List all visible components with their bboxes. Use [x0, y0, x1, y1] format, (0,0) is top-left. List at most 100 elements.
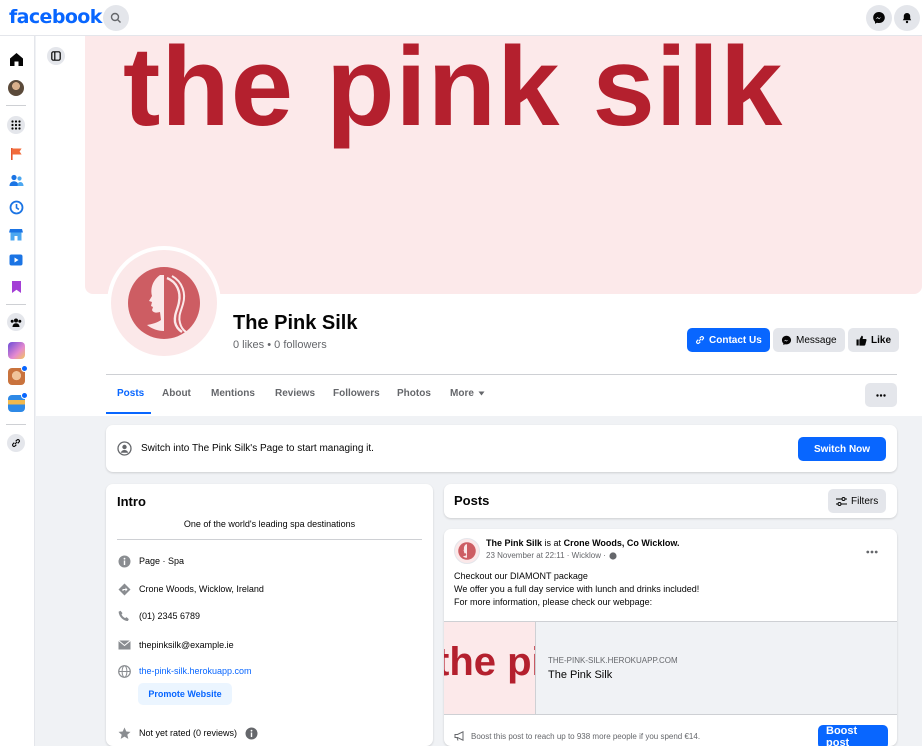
friends-icon[interactable]: [7, 171, 25, 189]
marketplace-icon[interactable]: [7, 225, 25, 243]
post-author-name[interactable]: The Pink Silk: [486, 538, 542, 548]
filters-button[interactable]: Filters: [828, 489, 887, 513]
facebook-logo[interactable]: facebook: [9, 6, 102, 28]
search-button[interactable]: [103, 5, 129, 31]
post-options-button[interactable]: [866, 541, 878, 559]
messenger-button[interactable]: [866, 5, 892, 31]
tab-more[interactable]: More: [450, 388, 485, 399]
tab-about[interactable]: About: [162, 388, 191, 399]
link-preview[interactable]: the pink silk THE-PINK-SILK.HEROKUAPP.CO…: [444, 621, 897, 715]
notifications-button[interactable]: [894, 5, 920, 31]
sidebar-toggle-icon: [51, 51, 61, 61]
intro-bio: One of the world's leading spa destinati…: [183, 519, 356, 529]
profile-avatar[interactable]: [7, 79, 25, 97]
intro-rating-row: Not yet rated (0 reviews): [117, 726, 258, 740]
post-author-avatar[interactable]: [454, 538, 480, 564]
top-bar: facebook: [0, 0, 922, 36]
switch-profile-icon: [117, 441, 132, 456]
link-icon[interactable]: [7, 434, 25, 452]
phone-icon: [118, 610, 129, 621]
boost-text: Boost this post to reach up to 938 more …: [471, 731, 701, 741]
group-avatar-2[interactable]: [7, 364, 28, 385]
post-meta-row: 23 November at 22:11 · Wicklow ·: [486, 551, 617, 560]
globe-icon: [117, 664, 131, 678]
page-stats: 0 likes • 0 followers: [233, 339, 327, 351]
messenger-icon: [781, 335, 792, 345]
posts-title: Posts: [454, 493, 490, 508]
rail-divider-3: [6, 424, 26, 425]
active-tab-indicator: [106, 412, 151, 414]
logo-face-icon: [128, 267, 200, 339]
post-body: Checkout our DIAMONT package We offer yo…: [454, 570, 699, 609]
post-card: The Pink Silk is at Crone Woods, Co Wick…: [444, 529, 897, 746]
contact-us-button[interactable]: Contact Us: [687, 328, 770, 352]
group-avatar-1[interactable]: [7, 341, 25, 359]
tab-posts[interactable]: Posts: [117, 388, 144, 399]
posts-header-card: Posts Filters: [444, 484, 897, 518]
logo-face-icon: [458, 542, 476, 560]
pages-flag-icon[interactable]: [7, 145, 25, 163]
switch-now-button[interactable]: Switch Now: [798, 437, 886, 461]
search-icon: [110, 12, 121, 23]
messenger-icon: [873, 12, 885, 24]
intro-email: thepinksilk@example.ie: [139, 640, 234, 650]
intro-website-link[interactable]: the-pink-silk.herokuapp.com: [139, 666, 252, 676]
cover-photo-text: the pink silk: [123, 36, 784, 149]
intro-address: Crone Woods, Wicklow, Ireland: [139, 584, 264, 594]
cover-photo[interactable]: the pink silk: [85, 36, 922, 294]
sidebar-toggle-button[interactable]: [47, 47, 65, 65]
page-content: the pink silk The Pink Silk 0 likes • 0 …: [36, 36, 922, 746]
more-options-button[interactable]: [865, 383, 897, 407]
megaphone-icon: [454, 731, 464, 741]
rail-divider-2: [6, 304, 26, 305]
info-icon[interactable]: [245, 727, 258, 740]
post-is-at: is at: [544, 538, 562, 548]
tab-more-label: More: [450, 388, 474, 399]
tab-reviews[interactable]: Reviews: [275, 388, 315, 399]
link-preview-image: the pink silk: [444, 622, 536, 714]
intro-phone-row: (01) 2345 6789: [117, 609, 200, 623]
intro-rating: Not yet rated (0 reviews): [139, 728, 238, 738]
location-pin-icon: [118, 583, 130, 595]
post-header-line: The Pink Silk is at Crone Woods, Co Wick…: [486, 538, 680, 548]
intro-title: Intro: [117, 494, 146, 509]
intro-email-row: thepinksilk@example.ie: [117, 638, 234, 652]
like-button[interactable]: Like: [848, 328, 900, 352]
thumbs-up-icon: [856, 335, 867, 346]
ellipsis-icon: [876, 393, 886, 397]
group-avatar-3[interactable]: [7, 391, 28, 412]
intro-card: Intro One of the world's leading spa des…: [106, 484, 433, 746]
groups-icon[interactable]: [7, 313, 25, 331]
notification-dot: [20, 364, 28, 372]
post-text-line-1: Checkout our DIAMONT package: [454, 571, 588, 581]
like-label: Like: [871, 334, 892, 346]
tab-followers[interactable]: Followers: [333, 388, 380, 399]
notification-dot: [20, 391, 28, 399]
notifications-icon: [902, 13, 912, 24]
promote-website-button[interactable]: Promote Website: [138, 683, 232, 705]
memories-icon[interactable]: [7, 198, 25, 216]
switch-banner-text: Switch into The Pink Silk's Page to star…: [141, 443, 374, 454]
filters-label: Filters: [851, 495, 879, 507]
post-location[interactable]: Crone Woods, Co Wicklow.: [564, 538, 680, 548]
tab-mentions[interactable]: Mentions: [211, 388, 255, 399]
message-label: Message: [796, 334, 837, 346]
apps-grid-icon[interactable]: [7, 116, 25, 134]
intro-category-row: Page · Spa: [117, 554, 184, 568]
email-icon: [117, 640, 131, 650]
filter-sliders-icon: [836, 496, 847, 506]
star-icon: [118, 727, 130, 739]
message-button[interactable]: Message: [773, 328, 845, 352]
tab-photos[interactable]: Photos: [397, 388, 431, 399]
link-title: The Pink Silk: [548, 669, 613, 681]
home-icon[interactable]: [7, 50, 25, 68]
intro-address-row: Crone Woods, Wicklow, Ireland: [117, 582, 264, 596]
contact-us-label: Contact Us: [709, 334, 762, 346]
page-profile-picture[interactable]: [107, 246, 221, 360]
tabs-divider: [106, 374, 897, 375]
link-domain: THE-PINK-SILK.HEROKUAPP.COM: [548, 656, 678, 665]
boost-post-button[interactable]: Boost post: [818, 725, 888, 746]
saved-icon[interactable]: [7, 278, 25, 296]
post-meta[interactable]: 23 November at 22:11 · Wicklow ·: [486, 551, 606, 560]
video-icon[interactable]: [7, 251, 25, 269]
